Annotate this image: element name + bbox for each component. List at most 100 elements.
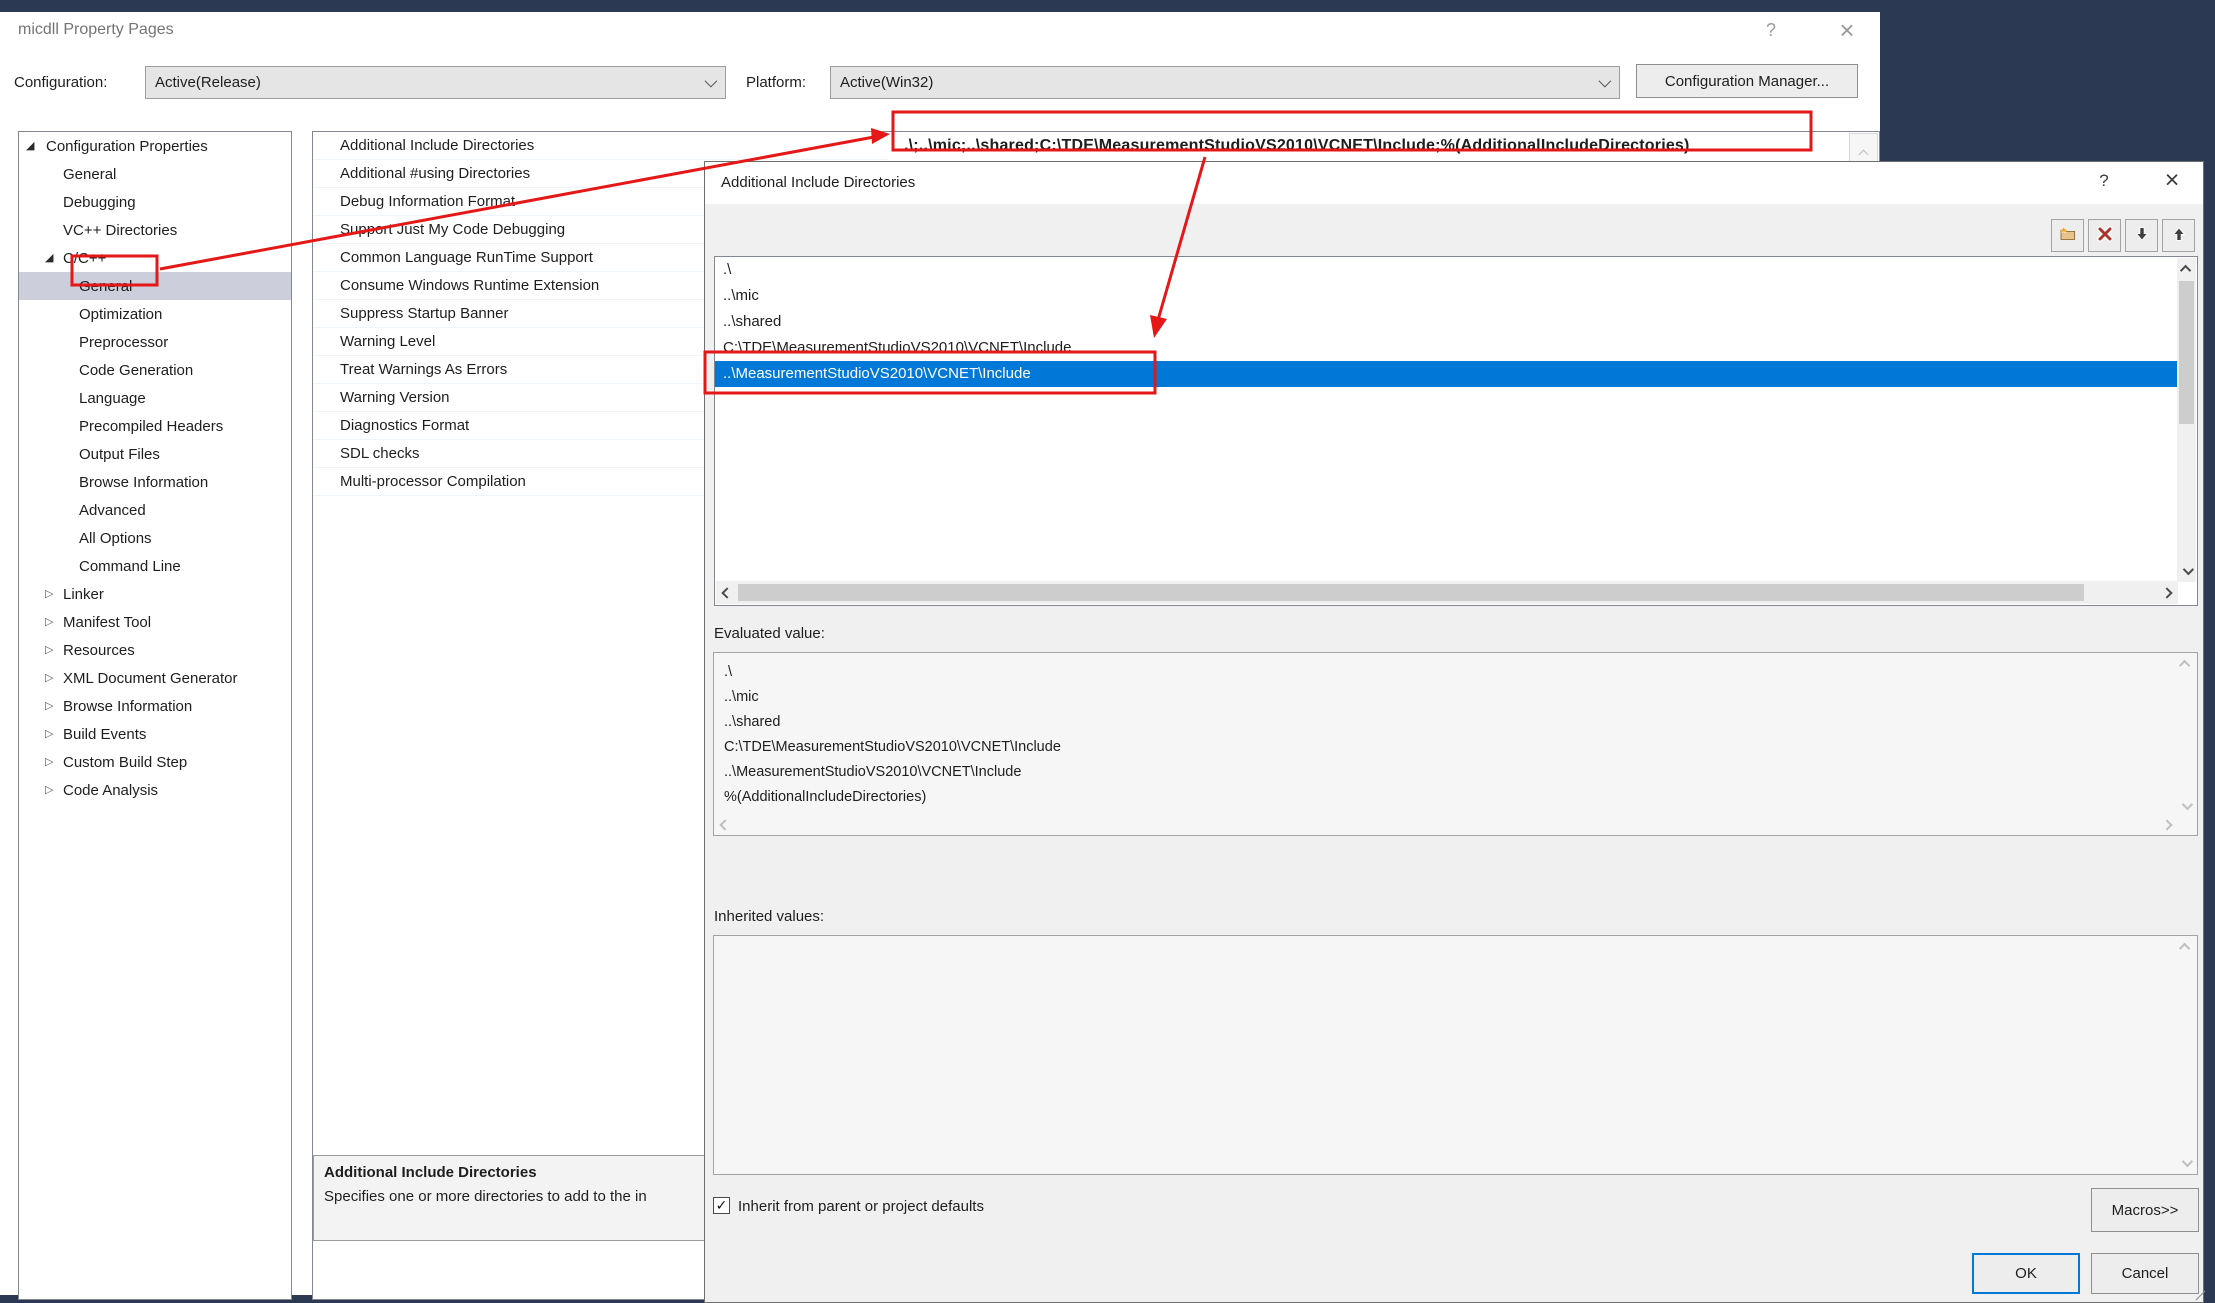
expander-expanded-icon[interactable]: ◢ <box>26 141 34 152</box>
macros-button[interactable]: Macros>> <box>2091 1188 2199 1232</box>
help-icon[interactable]: ? <box>1756 20 1786 46</box>
tree-item-browse-information[interactable]: Browse Information <box>19 468 291 496</box>
scroll-down-icon[interactable] <box>2177 562 2196 580</box>
list-horizontal-scrollbar[interactable] <box>716 581 2178 604</box>
tree-item-build-events[interactable]: ▷ Build Events <box>19 720 291 748</box>
move-up-button[interactable] <box>2162 219 2195 252</box>
arrow-down-icon <box>2134 226 2150 246</box>
evaluated-line: ..\shared <box>724 710 2187 735</box>
tree-item-label: C/C++ <box>63 250 106 267</box>
property-row-additional-include-directories[interactable]: Additional Include Directories <box>313 132 888 160</box>
expander-collapsed-icon[interactable]: ▷ <box>45 617 53 628</box>
expander-collapsed-icon[interactable]: ▷ <box>45 673 53 684</box>
tree-item-label: Output Files <box>79 446 160 463</box>
directory-item[interactable]: .\ <box>715 257 2197 283</box>
list-vertical-scrollbar[interactable] <box>2177 258 2196 582</box>
tree-item-all-options[interactable]: All Options <box>19 524 291 552</box>
scroll-up-icon[interactable] <box>2177 260 2196 278</box>
tree-item-label: Build Events <box>63 726 146 743</box>
expander-expanded-icon[interactable]: ◢ <box>45 253 53 264</box>
tree-item-custom-build-step[interactable]: ▷ Custom Build Step <box>19 748 291 776</box>
tree-item-debugging[interactable]: Debugging <box>19 188 291 216</box>
tree-item-label: Manifest Tool <box>63 614 151 631</box>
configuration-manager-button[interactable]: Configuration Manager... <box>1636 64 1858 98</box>
expander-collapsed-icon[interactable]: ▷ <box>45 589 53 600</box>
cancel-button[interactable]: Cancel <box>2091 1253 2199 1294</box>
configuration-label: Configuration: <box>14 74 107 91</box>
tree-item-language[interactable]: Language <box>19 384 291 412</box>
tree-item-label: Language <box>79 390 146 407</box>
expander-collapsed-icon[interactable]: ▷ <box>45 645 53 656</box>
platform-dropdown[interactable]: Active(Win32) <box>830 66 1620 99</box>
scroll-left-icon <box>717 818 733 832</box>
tree-item-output-files[interactable]: Output Files <box>19 440 291 468</box>
evaluated-value-box[interactable]: .\..\mic..\sharedC:\TDE\MeasurementStudi… <box>713 652 2198 836</box>
tree-item-advanced[interactable]: Advanced <box>19 496 291 524</box>
scroll-up-icon <box>2178 940 2194 954</box>
expander-collapsed-icon[interactable]: ▷ <box>45 785 53 796</box>
additional-include-directories-dialog: Additional Include Directories ? × <box>704 161 2204 1303</box>
scrollbar-thumb[interactable] <box>738 584 2084 601</box>
expander-collapsed-icon[interactable]: ▷ <box>45 729 53 740</box>
configuration-dropdown[interactable]: Active(Release) <box>145 66 726 99</box>
dialog-help-icon[interactable]: ? <box>2091 171 2117 195</box>
expander-collapsed-icon[interactable]: ▷ <box>45 757 53 768</box>
tree-item-vc-directories[interactable]: VC++ Directories <box>19 216 291 244</box>
tree-item-label: Code Generation <box>79 362 193 379</box>
dialog-titlebar[interactable]: Additional Include Directories <box>705 162 2203 204</box>
move-down-button[interactable] <box>2125 219 2158 252</box>
inherited-values-label: Inherited values: <box>714 908 824 925</box>
new-line-button[interactable] <box>2051 219 2084 252</box>
evaluated-value-label: Evaluated value: <box>714 625 825 642</box>
tree-item-browse-information[interactable]: ▷ Browse Information <box>19 692 291 720</box>
tree-item-code-analysis[interactable]: ▷Code Analysis <box>19 776 291 804</box>
scroll-right-icon[interactable] <box>2158 581 2176 604</box>
tree-item-precompiled-headers[interactable]: Precompiled Headers <box>19 412 291 440</box>
directory-item[interactable]: ..\mic <box>715 283 2197 309</box>
scroll-down-icon <box>2178 1156 2194 1170</box>
tree-item-label: VC++ Directories <box>63 222 177 239</box>
tree-item-general[interactable]: General <box>19 272 291 300</box>
tree-item-code-generation[interactable]: Code Generation <box>19 356 291 384</box>
tree-item-label: Browse Information <box>79 474 208 491</box>
tree-item-label: Advanced <box>79 502 146 519</box>
tree-item-linker[interactable]: ▷ Linker <box>19 580 291 608</box>
inherited-values-box[interactable] <box>713 935 2198 1175</box>
tree-item-configuration-properties[interactable]: ◢ Configuration Properties <box>19 132 291 160</box>
configuration-dropdown-value: Active(Release) <box>155 74 261 91</box>
inherit-defaults-checkbox[interactable]: ✓ <box>713 1197 730 1214</box>
tree-item-label: Optimization <box>79 306 162 323</box>
directory-item[interactable]: ..\shared <box>715 309 2197 335</box>
tree-item-command-line[interactable]: Command Line <box>19 552 291 580</box>
tree-item-xml-document-generator[interactable]: ▷ XML Document Generator <box>19 664 291 692</box>
expander-collapsed-icon[interactable]: ▷ <box>45 701 53 712</box>
tree-item-general[interactable]: General <box>19 160 291 188</box>
tree-item-manifest-tool[interactable]: ▷ Manifest Tool <box>19 608 291 636</box>
platform-label: Platform: <box>746 74 806 91</box>
directory-item-selected[interactable]: ..\MeasurementStudioVS2010\VCNET\Include <box>715 361 2178 387</box>
tree-item-label: Configuration Properties <box>46 138 208 155</box>
tree-item-label: Linker <box>63 586 104 603</box>
directory-item[interactable]: C:\TDE\MeasurementStudioVS2010\VCNET\Inc… <box>715 335 2197 361</box>
window-titlebar[interactable]: micdll Property Pages <box>0 12 1880 48</box>
dialog-title: Additional Include Directories <box>721 174 915 191</box>
tree-item-preprocessor[interactable]: Preprocessor <box>19 328 291 356</box>
directories-listbox[interactable]: .\..\mic..\sharedC:\TDE\MeasurementStudi… <box>714 256 2198 606</box>
tree-item-label: Custom Build Step <box>63 754 187 771</box>
tree-item-optimization[interactable]: Optimization <box>19 300 291 328</box>
inherit-defaults-label: Inherit from parent or project defaults <box>738 1198 984 1215</box>
scrollbar-thumb[interactable] <box>2179 281 2194 424</box>
tree-item-c-c-[interactable]: ◢ C/C++ <box>19 244 291 272</box>
evaluated-line: .\ <box>724 660 2187 685</box>
delete-line-button[interactable] <box>2088 219 2121 252</box>
configuration-tree: ◢Configuration PropertiesGeneralDebuggin… <box>18 131 292 1300</box>
tree-item-label: Browse Information <box>63 698 192 715</box>
scroll-left-icon[interactable] <box>718 581 736 604</box>
evaluated-line: ..\mic <box>724 685 2187 710</box>
tree-item-resources[interactable]: ▷Resources <box>19 636 291 664</box>
additional-include-directories-value[interactable]: .\;..\mic;..\shared;C:\TDE\MeasurementSt… <box>890 133 1862 159</box>
ok-button[interactable]: OK <box>1972 1253 2080 1294</box>
dialog-close-icon[interactable]: × <box>2157 166 2187 196</box>
close-icon[interactable]: × <box>1830 15 1864 47</box>
tree-item-label: XML Document Generator <box>63 670 238 687</box>
